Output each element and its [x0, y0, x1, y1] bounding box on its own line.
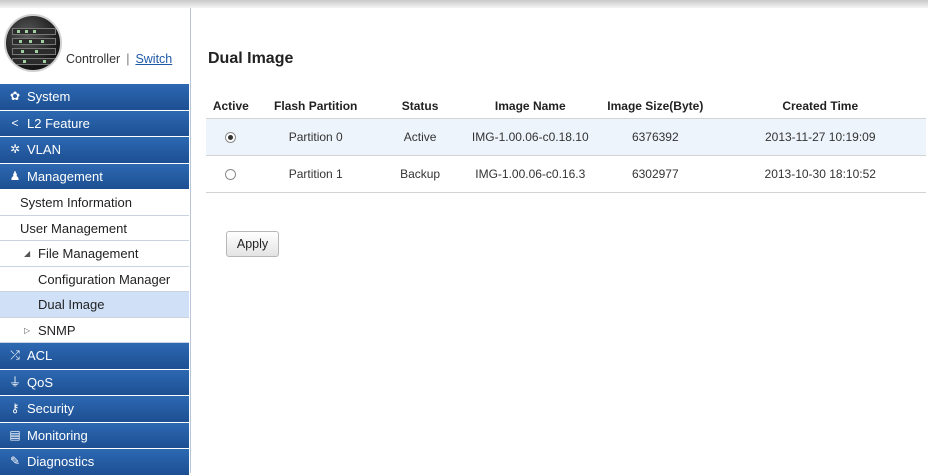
sidebar: Controller | Switch ✿ System < L2 Feature …: [0, 8, 191, 476]
menu-system-label: System: [27, 89, 71, 104]
monitor-icon: ▤: [9, 427, 21, 442]
device-rack-unit: [12, 48, 56, 55]
device-rack-unit: [12, 38, 56, 45]
menu-file-management-label: File Management: [38, 246, 139, 261]
device-rack-unit: [12, 28, 56, 35]
col-image-name: Image Name: [494, 99, 566, 113]
menu-l2-feature-label: L2 Feature: [27, 115, 90, 131]
nav-menu: ✿ System < L2 Feature ✲ VLAN ♟ Managemen…: [0, 84, 189, 476]
menu-dual-image-label: Dual Image: [38, 297, 105, 312]
key-icon: ⚷: [10, 401, 20, 415]
page-title: Dual Image: [208, 50, 294, 67]
col-created-time: Created Time: [782, 99, 859, 113]
menu-monitoring-label: Monitoring: [27, 427, 88, 443]
active-cell: [206, 155, 256, 193]
image-size-cell: 6302977: [596, 155, 715, 193]
menu-vlan[interactable]: ✲ VLAN: [0, 137, 189, 163]
image-name-cell: IMG-1.00.06-c0.18.10: [464, 118, 597, 156]
table-row: Partition 0 Active IMG-1.00.06-c0.18.10 …: [206, 118, 926, 156]
menu-system-information[interactable]: System Information: [0, 190, 189, 216]
menu-acl[interactable]: ⤮ ACL: [0, 343, 189, 369]
active-cell: [206, 118, 256, 156]
wrench-icon: ✎: [9, 454, 21, 468]
menu-snmp[interactable]: ▷ SNMP: [0, 317, 189, 343]
menu-diagnostics-label: Diagnostics: [27, 454, 95, 469]
menu-user-management[interactable]: User Management: [0, 215, 189, 241]
menu-system-information-label: System Information: [20, 195, 132, 210]
shuffle-icon: ⤮: [10, 348, 20, 362]
col-flash-partition: Flash Partition: [274, 99, 358, 113]
created-time-cell: 2013-11-27 10:19:09: [714, 118, 926, 156]
menu-diagnostics[interactable]: ✎ Diagnostics: [0, 449, 189, 475]
menu-vlan-label: VLAN: [27, 142, 61, 157]
collapse-triangle-icon: ◢: [24, 249, 31, 258]
menu-dual-image[interactable]: Dual Image: [0, 292, 189, 318]
partition-cell: Partition 1: [255, 155, 376, 193]
menu-configuration-manager[interactable]: Configuration Manager: [0, 266, 189, 292]
active-radio-partition-1[interactable]: [225, 169, 237, 181]
col-status: Status: [401, 99, 439, 113]
col-active: Active: [212, 99, 249, 113]
user-icon: ♟: [9, 168, 21, 183]
status-cell: Backup: [375, 155, 465, 193]
menu-configuration-manager-label: Configuration Manager: [38, 271, 171, 287]
image-size-cell: 6376392: [596, 118, 715, 156]
qos-icon: ⏚: [8, 374, 21, 389]
menu-l2-feature[interactable]: < L2 Feature: [0, 110, 189, 136]
switch-link[interactable]: Switch: [135, 52, 172, 66]
switch-device-image: [4, 14, 62, 72]
top-bar: [0, 0, 928, 8]
controller-link[interactable]: Controller: [66, 52, 120, 66]
menu-qos[interactable]: ⏚ QoS: [0, 369, 189, 395]
partition-cell: Partition 0: [255, 118, 376, 156]
mode-switcher: Controller | Switch: [66, 52, 172, 66]
menu-management[interactable]: ♟ Management: [0, 163, 189, 189]
menu-qos-label: QoS: [27, 374, 54, 390]
active-radio-partition-0[interactable]: [225, 132, 237, 144]
menu-acl-label: ACL: [27, 348, 53, 363]
expand-triangle-icon: ▷: [24, 325, 31, 335]
menu-file-management[interactable]: ◢ File Management: [0, 241, 189, 267]
brand-area: Controller | Switch: [0, 8, 190, 84]
device-rack-unit: [12, 58, 56, 65]
dual-image-table: Active Flash Partition Status Image Name…: [206, 94, 926, 193]
share-icon: <: [11, 115, 19, 130]
menu-security-label: Security: [27, 401, 74, 416]
col-image-size: Image Size(Byte): [607, 99, 704, 113]
network-icon: ✲: [9, 142, 21, 156]
table-header-row: Active Flash Partition Status Image Name…: [206, 94, 926, 119]
table-row: Partition 1 Backup IMG-1.00.06-c0.16.3 6…: [206, 155, 926, 193]
menu-monitoring[interactable]: ▤ Monitoring: [0, 422, 189, 448]
created-time-cell: 2013-10-30 18:10:52: [714, 155, 926, 193]
apply-button[interactable]: Apply: [226, 231, 279, 257]
gear-icon: ✿: [9, 89, 21, 103]
menu-snmp-label: SNMP: [38, 322, 76, 338]
mode-separator: |: [126, 52, 130, 66]
menu-user-management-label: User Management: [20, 220, 127, 236]
menu-management-label: Management: [27, 168, 103, 184]
status-cell: Active: [375, 118, 465, 156]
menu-security[interactable]: ⚷ Security: [0, 396, 189, 422]
image-name-cell: IMG-1.00.06-c0.16.3: [464, 155, 597, 193]
menu-system[interactable]: ✿ System: [0, 84, 189, 110]
